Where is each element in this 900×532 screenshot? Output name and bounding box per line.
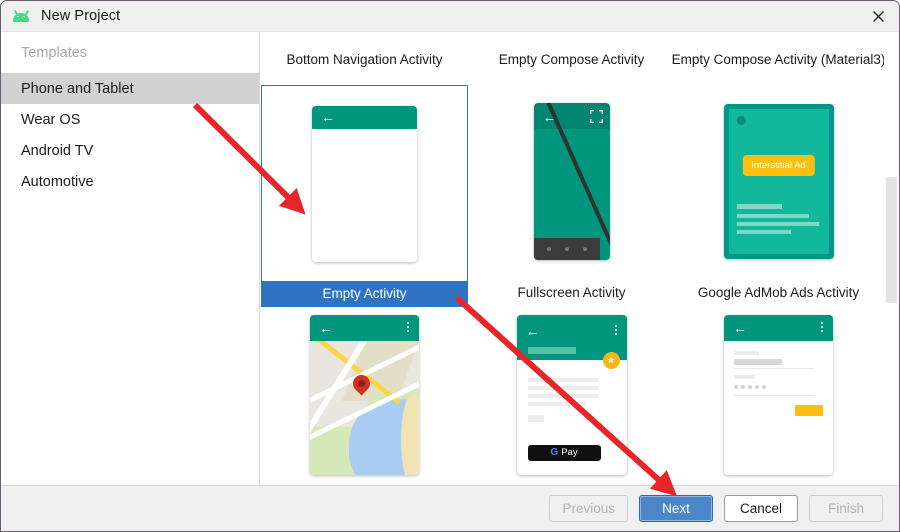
back-arrow-icon: ← [319, 320, 333, 336]
template-card-google-pay-activity[interactable]: ← ★ G Pay [468, 315, 675, 487]
overflow-menu-icon [614, 325, 617, 337]
sidebar-header: Templates [21, 44, 88, 61]
template-label: Google AdMob Ads Activity [697, 285, 860, 300]
sidebar-item-wear-os[interactable]: Wear OS [1, 104, 259, 135]
template-thumbnail [675, 32, 882, 44]
template-card-map-activity[interactable]: ← [261, 315, 468, 487]
template-label: Fullscreen Activity [517, 285, 626, 300]
template-thumbnail: Interstitial Ad [675, 85, 882, 277]
sidebar-item-label: Wear OS [21, 111, 81, 128]
finish-button[interactable]: Finish [809, 495, 883, 522]
template-card-login-activity[interactable]: ← [675, 315, 882, 487]
template-thumbnail: ← [675, 315, 882, 487]
new-project-dialog: New Project Templates Phone and Tablet W… [0, 0, 900, 532]
sidebar-item-label: Automotive [21, 173, 94, 190]
google-g-logo: G [550, 447, 559, 458]
overflow-menu-icon [407, 322, 409, 334]
template-label: Empty Compose Activity [498, 52, 645, 67]
floating-action-button: ★ [602, 352, 620, 369]
template-card-empty-activity[interactable]: ← Empty Activity [261, 85, 468, 307]
template-card-bottom-navigation-activity[interactable]: Bottom Navigation Activity [261, 32, 468, 72]
template-thumbnail [261, 32, 468, 44]
sidebar-item-phone-and-tablet[interactable]: Phone and Tablet [1, 73, 259, 104]
next-button[interactable]: Next [639, 495, 713, 522]
map-preview [310, 341, 419, 475]
cancel-button[interactable]: Cancel [724, 495, 798, 522]
template-thumbnail: ← [262, 86, 467, 281]
overflow-menu-icon [821, 322, 823, 334]
template-card-fullscreen-activity[interactable]: ← Fullscreen Activity [468, 85, 675, 305]
window-title: New Project [41, 8, 121, 24]
template-thumbnail [468, 32, 675, 44]
submit-button [795, 405, 823, 416]
sidebar-item-label: Phone and Tablet [21, 80, 134, 97]
gpay-button: G Pay [527, 445, 601, 461]
dialog-footer: Previous Next Cancel Finish [1, 485, 899, 531]
back-arrow-icon: ← [321, 109, 335, 125]
template-card-empty-compose-activity[interactable]: Empty Compose Activity [468, 32, 675, 72]
grid-scrollbar-track[interactable] [884, 32, 899, 487]
template-thumbnail: ← [261, 315, 468, 487]
template-label: Bottom Navigation Activity [286, 52, 443, 67]
previous-button[interactable]: Previous [549, 495, 628, 522]
title-bar: New Project [1, 1, 899, 32]
template-grid: Bottom Navigation Activity Empty Compose… [261, 32, 899, 487]
android-robot-icon [12, 9, 30, 23]
template-label: Empty Compose Activity (Material3) [671, 52, 886, 67]
template-label: Empty Activity [262, 281, 467, 306]
back-arrow-icon: ← [525, 323, 540, 339]
back-arrow-icon: ← [733, 320, 747, 336]
templates-sidebar: Templates Phone and Tablet Wear OS Andro… [1, 32, 260, 487]
template-card-google-admob-ads-activity[interactable]: Interstitial Ad Google AdMob Ads Activit… [675, 85, 882, 305]
close-icon[interactable] [855, 1, 899, 31]
interstitial-ad-button: Interstitial Ad [742, 154, 815, 176]
sidebar-item-android-tv[interactable]: Android TV [1, 135, 259, 166]
template-thumbnail: ← [468, 85, 675, 277]
template-card-empty-compose-activity-material3[interactable]: Empty Compose Activity (Material3) [671, 32, 886, 72]
sidebar-item-label: Android TV [21, 142, 94, 159]
sidebar-item-automotive[interactable]: Automotive [1, 166, 259, 197]
grid-scrollbar-thumb[interactable] [886, 177, 897, 303]
template-thumbnail: ← ★ G Pay [468, 315, 675, 487]
